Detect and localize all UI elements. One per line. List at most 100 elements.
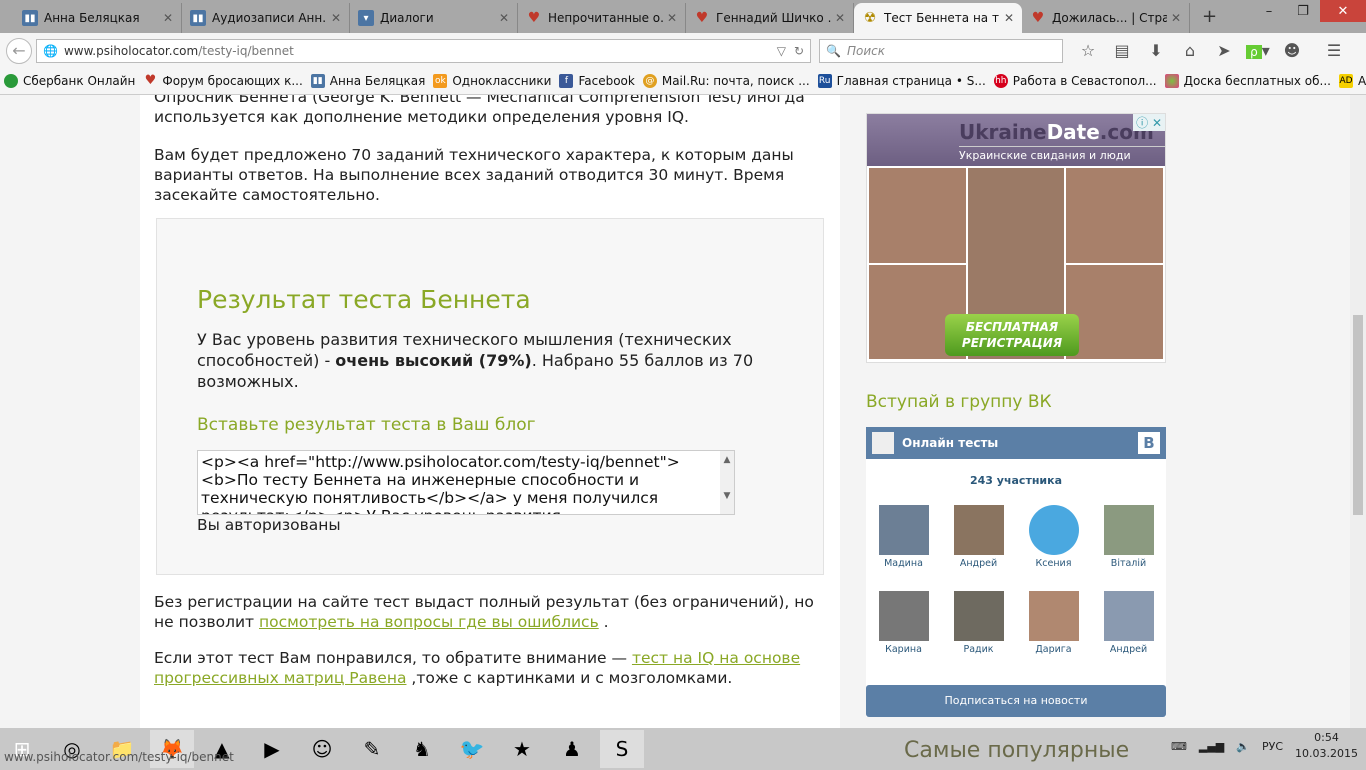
bookmark-item[interactable]: @ Mail.Ru: почта, поиск ... (642, 74, 810, 88)
textarea-scrollbar[interactable]: ▲ ▼ (720, 451, 734, 514)
mistakes-link[interactable]: посмотреть на вопросы где вы ошиблись (259, 613, 599, 631)
close-tab-icon[interactable]: ✕ (331, 11, 341, 25)
restore-button[interactable]: ❐ (1286, 0, 1320, 22)
result-level: очень высокий (79%) (335, 351, 532, 370)
ad-slogan: Украинские свидания и люди (959, 146, 1165, 162)
app-icon[interactable]: ♟ (550, 730, 594, 768)
ad-close-icon[interactable]: ⓘ ✕ (1133, 114, 1165, 131)
browser-tab[interactable]: ♥ Дожилась... | Стра... ✕ (1022, 3, 1190, 33)
member[interactable]: Андрей (1091, 591, 1166, 655)
url-path: /testy-iq/bennet (198, 43, 294, 58)
sberbank-icon (4, 74, 18, 88)
result-title: Результат теста Беннета (197, 285, 531, 314)
member[interactable]: Мадина (866, 505, 941, 569)
bookmark-item[interactable]: Сбербанк Онлайн (4, 74, 135, 88)
search-placeholder: Поиск (846, 43, 885, 58)
vk-icon: ▮▮ (22, 10, 38, 26)
bookmark-item[interactable]: Доска бесплатных об... (1164, 74, 1331, 88)
tab-label: Дожилась... | Стра... (1052, 11, 1167, 25)
member[interactable]: Дарига (1016, 591, 1091, 655)
download-icon[interactable]: ⬇ (1139, 41, 1173, 60)
blog-code-textarea[interactable]: <p><a href="http://www.psiholocator.com/… (197, 450, 735, 515)
dots-icon (1164, 74, 1179, 88)
bookmark-item[interactable]: hh Работа в Севастопол... (993, 74, 1157, 88)
result-text: У Вас уровень развития технического мышл… (197, 330, 754, 391)
bookmark-item[interactable]: ♥ Форум бросающих к... (143, 74, 303, 89)
browser-tab[interactable]: ▮▮ Аудиозаписи Анн... ✕ (182, 3, 350, 33)
tab-label: Анна Беляцкая (44, 11, 140, 25)
close-tab-icon[interactable]: ✕ (667, 11, 677, 25)
member[interactable]: Андрей (941, 505, 1016, 569)
status-url: www.psiholocator.com/testy-iq/bennet (4, 750, 234, 764)
browser-tab[interactable]: ♥ Геннадий Шичко ... ✕ (686, 3, 854, 33)
app-icon[interactable]: ★ (500, 730, 544, 768)
bookmark-item[interactable]: ok Одноклассники (433, 74, 551, 88)
odnoklassniki-icon: ok (433, 74, 448, 88)
ru-icon: Ru (817, 74, 832, 88)
hh-icon: hh (993, 74, 1008, 88)
tab-label: Тест Беннета на т... (884, 11, 1000, 25)
bookmarks-bar: Сбербанк Онлайн ♥ Форум бросающих к... ▮▮… (0, 68, 1366, 95)
language-indicator[interactable]: РУС (1262, 740, 1283, 753)
url-bar[interactable]: 🌐 www.psiholocator.com/testy-iq/bennet ▽ ↻ (36, 38, 811, 63)
extension-icon[interactable]: ρ ▾ (1241, 41, 1275, 60)
member[interactable]: Ксения (1016, 505, 1091, 569)
bookmark-item[interactable]: ADAdMe — Творчество. ... (1338, 74, 1366, 88)
browser-tab-active[interactable]: ☢ Тест Беннета на т... ✕ (854, 3, 1022, 33)
smiley-icon[interactable]: ☻ (1275, 41, 1309, 60)
close-tab-icon[interactable]: ✕ (1171, 11, 1181, 25)
ad-banner[interactable]: UkraineDate.com Украинские свидания и люд… (866, 113, 1166, 363)
bookmark-item[interactable]: Ru Главная страница • S... (817, 74, 986, 88)
browser-tab[interactable]: ▾ Диалоги ✕ (350, 3, 518, 33)
vk-logo-icon[interactable]: В (1138, 432, 1160, 454)
home-icon[interactable]: ⌂ (1173, 41, 1207, 60)
search-input[interactable]: 🔍 Поиск (819, 38, 1063, 63)
member[interactable]: Карина (866, 591, 941, 655)
reading-list-icon[interactable]: ▤ (1105, 41, 1139, 60)
clock[interactable]: 0:54 10.03.2015 (1295, 730, 1358, 762)
navigation-bar: ← 🌐 www.psiholocator.com/testy-iq/bennet ▽… (0, 33, 1366, 68)
close-window-button[interactable]: ✕ (1320, 0, 1366, 22)
twitter-icon[interactable]: 🐦 (450, 730, 494, 768)
skype-icon[interactable]: S (600, 730, 644, 768)
tab-label: Диалоги (380, 11, 434, 25)
keyboard-icon[interactable]: ⌨ (1171, 740, 1187, 753)
reload-icon[interactable]: ↻ (794, 44, 804, 58)
app-icon[interactable]: ☺ (300, 730, 344, 768)
close-tab-icon[interactable]: ✕ (1004, 11, 1014, 25)
app-icon[interactable]: ✎ (350, 730, 394, 768)
member[interactable]: Віталій (1091, 505, 1166, 569)
bookmark-star-icon[interactable]: ☆ (1071, 41, 1105, 60)
intro-paragraph: Опросник Беннета (George K. Bennett — Me… (154, 95, 805, 126)
network-icon[interactable]: ▂▄▆ (1199, 740, 1224, 753)
close-tab-icon[interactable]: ✕ (499, 11, 509, 25)
subscribe-button[interactable]: Подписаться на новости (866, 685, 1166, 717)
volume-icon[interactable]: 🔈 (1236, 740, 1250, 753)
group-name[interactable]: Онлайн тесты (902, 436, 998, 450)
bookmark-item[interactable]: f Facebook (559, 74, 635, 88)
menu-icon[interactable]: ☰ (1317, 41, 1351, 60)
intro-paragraph: Вам будет предложено 70 заданий техничес… (154, 146, 794, 204)
back-button[interactable]: ← (6, 37, 32, 64)
taskbar: ⊞ ◎ 📁 🦊 ▲ ▶ ☺ ✎ ♞ 🐦 ★ ♟ S www.psiholocat… (0, 728, 1366, 770)
member-count[interactable]: 243 участника (866, 474, 1166, 487)
minimize-button[interactable]: – (1252, 0, 1286, 22)
member[interactable]: Радик (941, 591, 1016, 655)
browser-tab[interactable]: ▮▮ Анна Беляцкая ✕ (14, 3, 182, 33)
ad-register-button[interactable]: БЕСПЛАТНАЯ РЕГИСТРАЦИЯ (945, 314, 1079, 356)
close-tab-icon[interactable]: ✕ (163, 11, 173, 25)
send-icon[interactable]: ➤ (1207, 41, 1241, 60)
bookmark-item[interactable]: ▮▮ Анна Беляцкая (310, 74, 425, 88)
new-tab-button[interactable]: + (1202, 6, 1217, 27)
radiation-icon: ☢ (863, 10, 877, 26)
system-tray: ⌨ ▂▄▆ 🔈 РУС 0:54 10.03.2015 (1171, 730, 1358, 762)
result-box: Результат теста Беннета У Вас уровень ра… (156, 218, 824, 575)
tab-label: Геннадий Шичко ... (716, 11, 831, 25)
chat-icon: ▾ (358, 10, 374, 26)
app-icon[interactable]: ♞ (400, 730, 444, 768)
browser-tab[interactable]: ♥ Непрочитанные о... ✕ (518, 3, 686, 33)
app-icon[interactable]: ▶ (250, 730, 294, 768)
dropdown-icon[interactable]: ▽ (777, 44, 786, 58)
close-tab-icon[interactable]: ✕ (835, 11, 845, 25)
page-scrollbar[interactable] (1350, 95, 1366, 728)
